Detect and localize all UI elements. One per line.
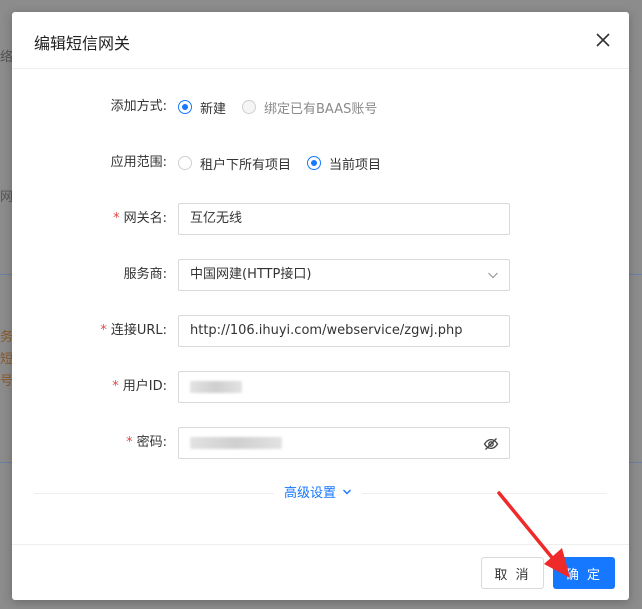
radio-current-project[interactable]: 当前项目 [307, 154, 381, 173]
password-input[interactable] [178, 427, 510, 459]
gateway-name-label: * 网关名: [113, 203, 167, 235]
add-method-label: 添加方式: [110, 99, 167, 114]
radio-new[interactable]: 新建 [178, 98, 226, 117]
user-id-label-text: 用户ID: [122, 379, 167, 394]
redacted-user-id [190, 380, 242, 393]
radio-bind-baas-label: 绑定已有BAAS账号 [264, 101, 378, 117]
provider-value: 中国网建(HTTP接口) [190, 267, 312, 282]
provider-label: 服务商: [123, 267, 167, 282]
radio-current-project-label: 当前项目 [329, 157, 382, 173]
eye-off-icon[interactable] [483, 436, 499, 452]
chevron-down-icon [343, 489, 352, 494]
required-mark: * [112, 379, 119, 394]
add-method-row: 添加方式: 新建 绑定已有BAAS账号 [12, 91, 629, 123]
radio-bind-baas[interactable]: 绑定已有BAAS账号 [242, 98, 377, 117]
user-id-row: * 用户ID: [12, 371, 629, 403]
url-input[interactable]: http://106.ihuyi.com/webservice/zgwj.php [178, 315, 510, 347]
url-label: * 连接URL: [100, 315, 167, 347]
bg-line [0, 274, 12, 275]
radio-dot-selected [178, 100, 192, 114]
password-label-text: 密码: [136, 435, 167, 450]
ok-button[interactable]: 确 定 [553, 557, 615, 589]
gateway-name-value: 互亿无线 [190, 211, 243, 226]
bg-line [629, 274, 642, 275]
provider-select[interactable]: 中国网建(HTTP接口) [178, 259, 510, 291]
add-method-radio-group: 新建 绑定已有BAAS账号 [178, 91, 393, 123]
dialog-header: 编辑短信网关 [12, 12, 629, 69]
scope-radio-group: 租户下所有项目 当前项目 [178, 147, 397, 179]
scope-label: 应用范围: [110, 155, 167, 170]
required-mark: * [113, 211, 120, 226]
radio-dot [178, 156, 192, 170]
edit-sms-gateway-dialog: 编辑短信网关 添加方式: 新建 绑定已有BAAS账号 应用范围: 租户下所有项目… [12, 12, 629, 600]
dialog-title: 编辑短信网关 [34, 34, 131, 53]
close-button[interactable] [591, 28, 615, 52]
radio-dot [242, 100, 257, 114]
required-mark: * [100, 323, 107, 338]
user-id-input[interactable] [178, 371, 510, 403]
gateway-name-label-text: 网关名: [123, 211, 167, 226]
provider-row: 服务商: 中国网建(HTTP接口) [12, 259, 629, 291]
bg-line [0, 462, 12, 463]
advanced-settings-label: 高级设置 [284, 486, 337, 501]
gateway-name-input[interactable]: 互亿无线 [178, 203, 510, 235]
radio-all-projects-label: 租户下所有项目 [200, 157, 292, 173]
radio-all-projects[interactable]: 租户下所有项目 [178, 154, 291, 173]
redacted-password [190, 436, 282, 449]
advanced-settings-toggle[interactable]: 高级设置 [274, 482, 363, 501]
password-label: * 密码: [126, 427, 167, 459]
gateway-name-row: * 网关名: 互亿无线 [12, 203, 629, 235]
user-id-label: * 用户ID: [112, 371, 167, 403]
chevron-down-icon [488, 272, 498, 279]
url-label-text: 连接URL: [110, 323, 167, 338]
radio-dot-selected [307, 156, 322, 170]
url-row: * 连接URL: http://106.ihuyi.com/webservice/… [12, 315, 629, 347]
close-icon [596, 33, 610, 47]
required-mark: * [126, 435, 133, 450]
password-row: * 密码: [12, 427, 629, 459]
bg-line [629, 462, 642, 463]
dialog-footer: 取 消 确 定 [12, 544, 629, 600]
cancel-button[interactable]: 取 消 [481, 557, 544, 589]
url-value: http://106.ihuyi.com/webservice/zgwj.php [190, 323, 463, 338]
radio-new-label: 新建 [200, 101, 227, 117]
scope-row: 应用范围: 租户下所有项目 当前项目 [12, 147, 629, 179]
